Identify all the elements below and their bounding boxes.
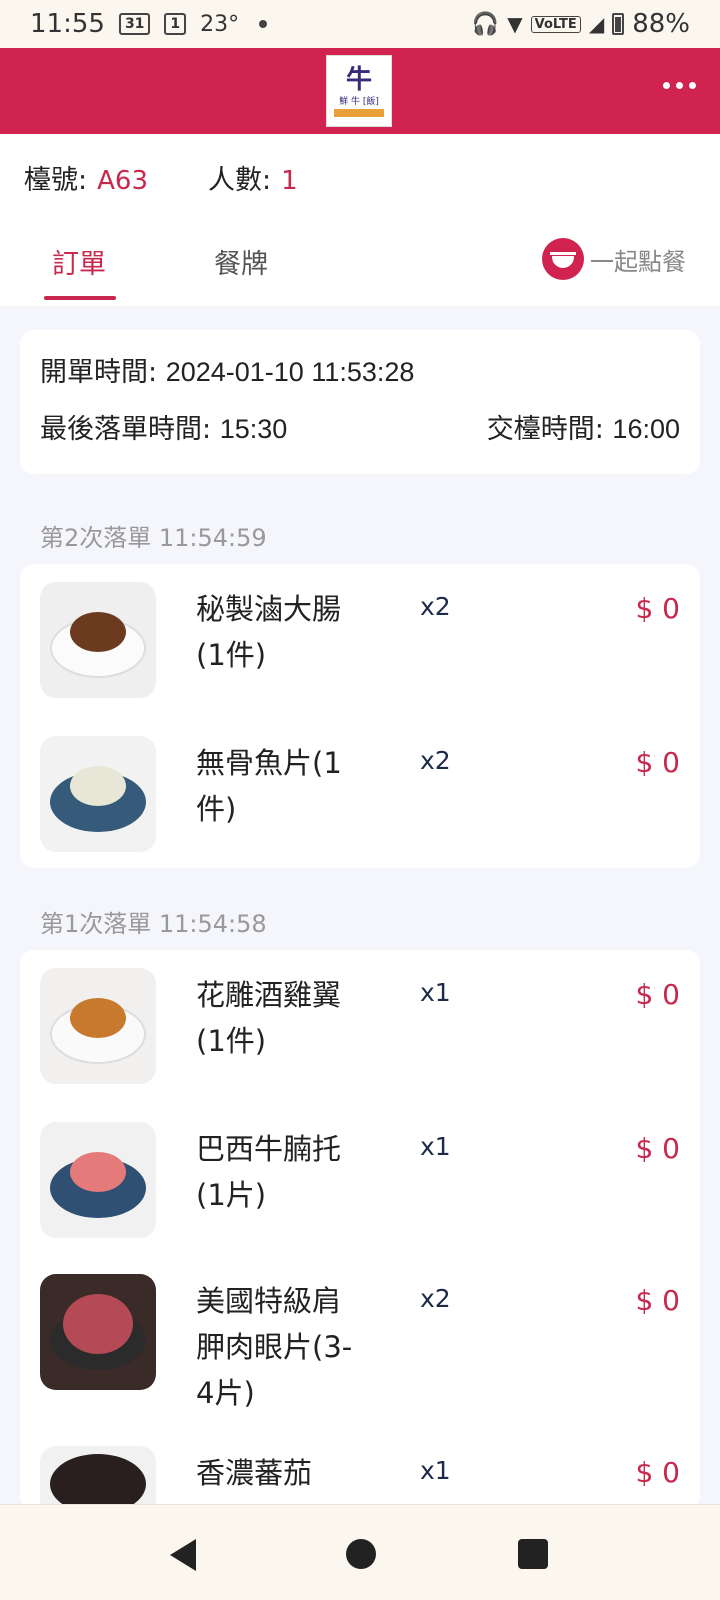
food-image <box>40 736 156 852</box>
battery-icon <box>612 13 625 35</box>
open-time: 開單時間: 2024-01-10 11:53:28 <box>40 357 415 388</box>
item-name: 美國特級肩胛肉眼片(3-4片) <box>196 1284 353 1410</box>
table-info: 檯號: A63 人數: 1 <box>24 158 298 197</box>
item-price: $ 0 <box>635 978 680 1011</box>
back-icon[interactable] <box>170 1539 196 1571</box>
list-item[interactable]: 香濃蕃茄 x1 $ 0 <box>40 1446 680 1506</box>
table-panel: 檯號: A63 人數: 1 訂單 餐牌 一起點餐 <box>0 134 720 306</box>
item-quantity: x2 <box>420 1284 451 1313</box>
restaurant-logo: 牛 鮮 牛 [飯] <box>326 55 392 127</box>
item-name: 無骨魚片(1件) <box>196 746 342 826</box>
tab-order[interactable]: 訂單 <box>52 242 106 281</box>
item-quantity: x1 <box>420 1132 451 1161</box>
list-item[interactable]: 巴西牛腩托(1片) x1 $ 0 <box>40 1122 680 1242</box>
order-together-label: 一起點餐 <box>590 247 686 276</box>
item-name: 巴西牛腩托(1片) <box>196 1132 342 1212</box>
item-price: $ 0 <box>635 746 680 779</box>
item-quantity: x1 <box>420 1456 451 1485</box>
status-bar: 11:55 31 1 23° 🎧 ▼ VoLTE ◢ 88% <box>0 0 720 48</box>
list-item[interactable]: 美國特級肩胛肉眼片(3-4片) x2 $ 0 <box>40 1274 680 1410</box>
order-time-card: 開單時間: 2024-01-10 11:53:28 最後落單時間: 15:30 … <box>20 330 700 474</box>
table-label: 檯號: <box>24 165 88 196</box>
status-time: 11:55 <box>30 9 105 39</box>
item-price: $ 0 <box>635 1284 680 1317</box>
tab-menu[interactable]: 餐牌 <box>214 242 268 281</box>
people-count: 1 <box>281 166 298 196</box>
order-together-button[interactable]: 一起點餐 <box>542 238 686 280</box>
calendar-icon: 31 <box>118 13 151 35</box>
volte-icon: VoLTE <box>530 15 581 33</box>
list-item[interactable]: 無骨魚片(1件) x2 $ 0 <box>40 736 680 856</box>
food-image <box>40 968 156 1084</box>
system-nav-bar <box>0 1504 720 1600</box>
item-name: 花雕酒雞翼(1件) <box>196 978 342 1058</box>
home-icon[interactable] <box>346 1539 376 1569</box>
food-image <box>40 582 156 698</box>
active-tab-indicator <box>44 296 116 300</box>
bowl-icon <box>542 238 584 280</box>
last-order-time: 最後落單時間: 15:30 <box>40 414 288 445</box>
wifi-icon: ▼ <box>507 12 523 36</box>
status-temperature: 23° <box>200 11 240 37</box>
table-number: A63 <box>97 166 148 196</box>
food-image <box>40 1122 156 1238</box>
battery-percent: 88% <box>632 9 690 39</box>
batch-label: 第2次落單 11:54:59 <box>40 524 267 552</box>
headphones-icon: 🎧 <box>471 11 500 37</box>
item-quantity: x2 <box>420 592 451 621</box>
item-price: $ 0 <box>635 1132 680 1165</box>
batch-card: 花雕酒雞翼(1件) x1 $ 0 巴西牛腩托(1片) x1 $ 0 美國特級肩胛… <box>20 950 700 1510</box>
list-item[interactable]: 秘製滷大腸(1件) x2 $ 0 <box>40 582 680 702</box>
item-name: 香濃蕃茄 <box>196 1456 313 1490</box>
item-quantity: x1 <box>420 978 451 1007</box>
batch-label: 第1次落單 11:54:58 <box>40 910 267 938</box>
item-price: $ 0 <box>635 592 680 625</box>
batch-card: 秘製滷大腸(1件) x2 $ 0 無骨魚片(1件) x2 $ 0 <box>20 564 700 868</box>
return-table-time: 交檯時間: 16:00 <box>486 414 680 445</box>
notification-icon: 1 <box>164 13 187 35</box>
dot-icon <box>259 20 268 28</box>
item-quantity: x2 <box>420 746 451 775</box>
app-header: 牛 鮮 牛 [飯] <box>0 48 720 134</box>
recent-apps-icon[interactable] <box>518 1539 548 1569</box>
list-item[interactable]: 花雕酒雞翼(1件) x1 $ 0 <box>40 968 680 1088</box>
food-image <box>40 1446 156 1506</box>
people-label: 人數: <box>207 165 272 196</box>
more-dots-icon[interactable] <box>663 82 696 89</box>
tab-bar: 訂單 餐牌 一起點餐 <box>0 218 720 306</box>
signal-icon: ◢ <box>588 12 605 36</box>
item-price: $ 0 <box>635 1456 680 1489</box>
food-image <box>40 1274 156 1390</box>
item-name: 秘製滷大腸(1件) <box>196 592 342 672</box>
